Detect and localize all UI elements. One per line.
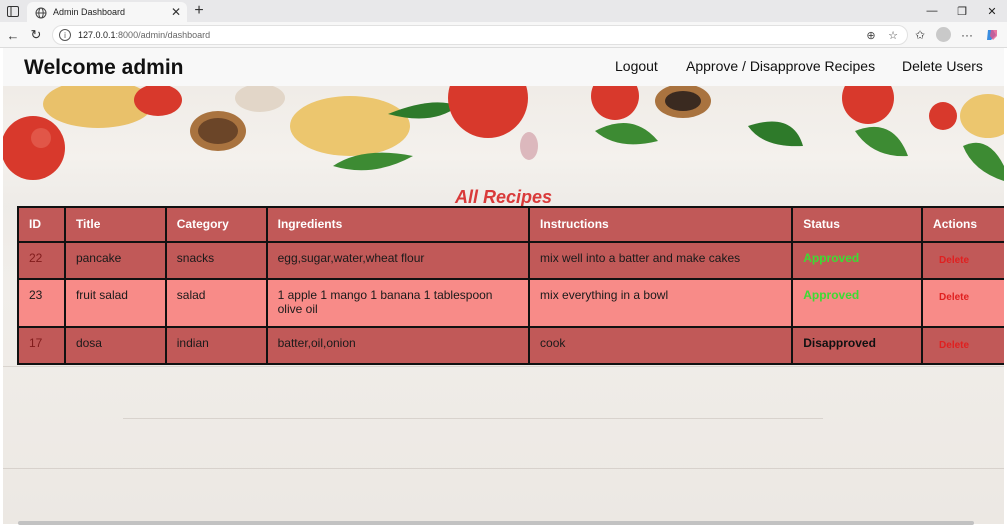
favorites-icon[interactable]: ✩ (911, 26, 929, 44)
horizontal-scrollbar[interactable] (18, 521, 974, 525)
cell-status: Approved (791, 278, 924, 328)
column-header-id: ID (17, 206, 66, 243)
address-bar[interactable]: i 127.0.0.1:8000/admin/dashboard ⊕ ☆ (52, 25, 908, 45)
window-close-icon[interactable]: ✕ (977, 1, 1007, 21)
restore-icon[interactable]: ❐ (947, 1, 977, 21)
cell-actions: Delete (921, 278, 1004, 328)
status-badge: Approved (803, 251, 860, 265)
table-row: 22 pancake snacks egg,sugar,water,wheat … (17, 241, 1004, 280)
url-path: :8000/admin/dashboard (115, 30, 211, 40)
column-header-category: Category (164, 206, 268, 243)
cell-status: Approved (791, 241, 924, 280)
cell-title: pancake (63, 241, 167, 280)
cell-instructions: mix well into a batter and make cakes (528, 241, 794, 280)
plus-icon[interactable]: + (190, 2, 208, 20)
tab-strip: Admin Dashboard ✕ + — ❐ ✕ (0, 0, 1007, 22)
tab-title: Admin Dashboard (53, 7, 126, 17)
table-header-row: ID Title Category Ingredients Instructio… (17, 206, 1004, 243)
cell-id: 22 (17, 241, 66, 280)
brand-title: Welcome admin (24, 56, 184, 79)
sidebar-toggle-icon[interactable] (4, 3, 22, 19)
cell-category: salad (164, 278, 268, 328)
delete-button[interactable]: Delete (933, 290, 975, 305)
address-bar-row: ← ↻ i 127.0.0.1:8000/admin/dashboard ⊕ ☆… (0, 22, 1007, 48)
cell-category: snacks (164, 241, 268, 280)
column-header-ingredients: Ingredients (265, 206, 531, 243)
profile-icon[interactable] (936, 27, 951, 42)
nav-approve-disapprove[interactable]: Approve / Disapprove Recipes (686, 58, 875, 74)
cell-title: fruit salad (63, 278, 167, 328)
cell-ingredients: egg,sugar,water,wheat flour (265, 241, 531, 280)
wood-grain (3, 468, 1004, 469)
cell-actions: Delete (921, 241, 1004, 280)
table-row: 17 dosa indian batter,oil,onion cook Dis… (17, 326, 1004, 365)
cell-title: dosa (63, 326, 167, 365)
column-header-instructions: Instructions (528, 206, 794, 243)
table-row: 23 fruit salad salad 1 apple 1 mango 1 b… (17, 278, 1004, 328)
wood-grain (3, 366, 1004, 367)
copilot-icon[interactable] (983, 26, 1001, 44)
nav-delete-users[interactable]: Delete Users (902, 58, 983, 74)
cell-status: Disapproved (791, 326, 924, 365)
more-icon[interactable]: ··· (958, 26, 976, 44)
cell-id: 17 (17, 326, 66, 365)
cell-instructions: mix everything in a bowl (528, 278, 794, 328)
close-icon[interactable]: ✕ (168, 4, 184, 20)
cell-ingredients: batter,oil,onion (265, 326, 531, 365)
reload-icon[interactable]: ↻ (27, 26, 45, 44)
cell-id: 23 (17, 278, 66, 328)
info-icon[interactable]: i (59, 29, 71, 41)
column-header-status: Status (791, 206, 924, 243)
navbar: Welcome admin Logout Approve / Disapprov… (3, 48, 1004, 86)
status-badge: Approved (803, 288, 860, 302)
cell-ingredients: 1 apple 1 mango 1 banana 1 tablespoon ol… (265, 278, 531, 328)
minimize-icon[interactable]: — (917, 1, 947, 21)
status-badge: Disapproved (803, 336, 876, 350)
back-icon[interactable]: ← (4, 26, 22, 44)
globe-icon (35, 6, 47, 19)
cell-category: indian (164, 326, 268, 365)
cell-actions: Delete (921, 326, 1004, 365)
star-icon[interactable]: ☆ (885, 27, 901, 43)
recipes-table: ID Title Category Ingredients Instructio… (17, 206, 1004, 365)
web-page: Welcome admin Logout Approve / Disapprov… (3, 48, 1004, 524)
column-header-title: Title (63, 206, 167, 243)
page-heading: All Recipes (454, 187, 553, 207)
wood-grain (123, 418, 823, 419)
nav-logout[interactable]: Logout (615, 58, 658, 74)
cell-instructions: cook (528, 326, 794, 365)
delete-button[interactable]: Delete (933, 338, 975, 353)
zoom-icon[interactable]: ⊕ (863, 27, 879, 43)
column-header-actions: Actions (921, 206, 1004, 243)
delete-button[interactable]: Delete (933, 253, 975, 268)
url-text[interactable]: 127.0.0.1:8000/admin/dashboard (78, 30, 863, 40)
browser-tab[interactable]: Admin Dashboard ✕ (27, 2, 187, 22)
url-host: 127.0.0.1 (78, 30, 116, 40)
